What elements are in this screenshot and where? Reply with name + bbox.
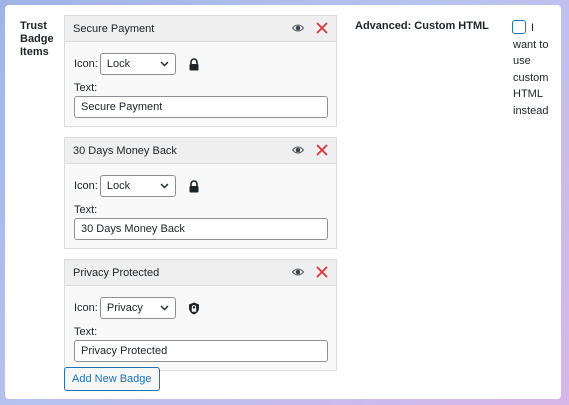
icon-row: Icon: Lock (74, 53, 327, 75)
badge-body: Icon: Lock Text: 30 Days Money Back (65, 164, 336, 248)
icon-row: Icon: Lock (74, 175, 327, 197)
lock-icon (189, 57, 199, 70)
trust-badge-items-label: Trust Badge Items (20, 20, 54, 58)
badge-body: Icon: Lock Text: Secure Payment (65, 42, 336, 126)
text-label: Text: (74, 82, 98, 94)
badge-header[interactable]: Privacy Protected (65, 260, 336, 286)
icon-select[interactable]: Lock (99, 53, 176, 75)
privacy-shield-icon (188, 302, 199, 314)
icon-select[interactable]: Privacy (99, 297, 176, 319)
chevron-down-icon (160, 183, 169, 189)
badge-text-input[interactable]: 30 Days Money Back (74, 218, 328, 240)
badge-header[interactable]: Secure Payment (65, 16, 336, 42)
text-label: Text: (74, 204, 98, 216)
add-new-badge-button[interactable]: Add New Badge (64, 367, 160, 391)
badge-title: Privacy Protected (73, 267, 160, 279)
icon-label: Icon: (74, 180, 98, 192)
custom-html-checkbox-label[interactable]: I want to use custom HTML instead (513, 20, 553, 119)
badge-card: Privacy Protected Icon: Privacy Text: Pr… (64, 259, 337, 371)
close-icon[interactable] (316, 266, 328, 278)
chevron-down-icon (160, 305, 169, 311)
badge-list: Secure Payment Icon: Lock Text: Secure P… (64, 15, 337, 381)
icon-select-value: Privacy (106, 302, 143, 314)
icon-label: Icon: (74, 302, 98, 314)
badge-title: Secure Payment (73, 23, 155, 35)
settings-panel: Trust Badge Items Secure Payment Icon: L… (5, 5, 561, 399)
badge-text-input[interactable]: Privacy Protected (74, 340, 328, 362)
text-label: Text: (74, 326, 98, 338)
badge-header[interactable]: 30 Days Money Back (65, 138, 336, 164)
eye-icon[interactable] (292, 267, 304, 277)
badge-body: Icon: Privacy Text: Privacy Protected (65, 286, 336, 370)
badge-text-input[interactable]: Secure Payment (74, 96, 328, 118)
badge-card: 30 Days Money Back Icon: Lock Text: 30 D… (64, 137, 337, 249)
icon-row: Icon: Privacy (74, 297, 327, 319)
close-icon[interactable] (316, 144, 328, 156)
close-icon[interactable] (316, 22, 328, 34)
eye-icon[interactable] (292, 23, 304, 33)
icon-label: Icon: (74, 58, 98, 70)
badge-title: 30 Days Money Back (73, 145, 177, 157)
lock-icon (189, 179, 199, 192)
advanced-custom-html-label: Advanced: Custom HTML (355, 20, 489, 32)
chevron-down-icon (160, 61, 169, 67)
badge-card: Secure Payment Icon: Lock Text: Secure P… (64, 15, 337, 127)
icon-select-value: Lock (106, 180, 131, 192)
eye-icon[interactable] (292, 145, 304, 155)
icon-select-value: Lock (106, 58, 131, 70)
icon-select[interactable]: Lock (99, 175, 176, 197)
